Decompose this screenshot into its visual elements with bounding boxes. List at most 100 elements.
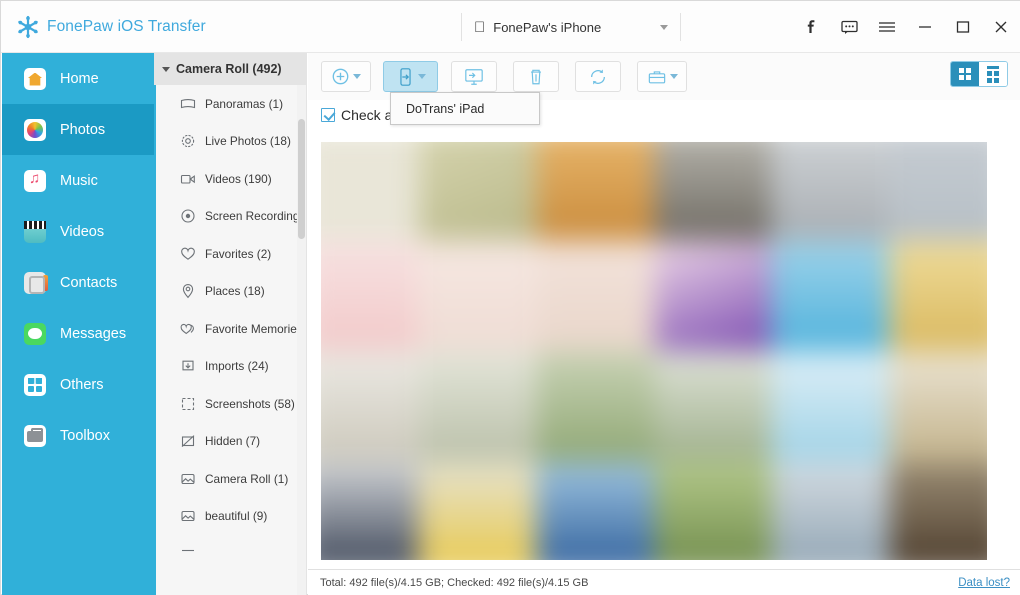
album-item-videos[interactable]: Videos (190): [154, 160, 306, 198]
photo-thumbnail[interactable]: [889, 142, 987, 241]
photo-thumbnail[interactable]: [889, 461, 987, 560]
toolbox-icon: [24, 424, 46, 447]
export-to-pc-button[interactable]: [451, 61, 497, 92]
album-item-partial[interactable]: [154, 535, 306, 573]
photo-thumbnail[interactable]: [771, 351, 890, 462]
photos-icon: [24, 118, 46, 141]
chevron-down-icon[interactable]: [417, 74, 426, 79]
toolkit-button[interactable]: [637, 61, 687, 92]
apple-logo-icon: : [474, 20, 485, 35]
panel-accent-bar: [154, 85, 156, 595]
grid-view-button[interactable]: [951, 62, 979, 86]
refresh-button[interactable]: [575, 61, 621, 92]
check-all-checkbox[interactable]: [321, 108, 335, 122]
facebook-icon[interactable]: [801, 17, 821, 37]
photo-thumbnail[interactable]: [321, 240, 419, 351]
photo-thumbnail[interactable]: [321, 351, 419, 462]
photo-thumbnail[interactable]: [536, 351, 654, 462]
sidebar-item-photos[interactable]: Photos: [2, 104, 154, 155]
heart-icon: [180, 246, 196, 262]
location-pin-icon: [180, 283, 196, 299]
screenshot-dashed-icon: [180, 396, 196, 412]
album-item-label: Screenshots (58): [205, 396, 295, 411]
sidebar-item-videos[interactable]: Videos: [2, 206, 154, 257]
list-view-button[interactable]: [979, 62, 1007, 86]
maximize-button[interactable]: [953, 17, 973, 37]
status-text: Total: 492 file(s)/4.15 GB; Checked: 492…: [320, 576, 589, 589]
sidebar-item-home[interactable]: Home: [2, 53, 154, 104]
album-group-label: Camera Roll (492): [176, 62, 282, 76]
photo-thumbnail[interactable]: [418, 142, 537, 241]
sidebar-item-contacts[interactable]: Contacts: [2, 257, 154, 308]
album-item-places[interactable]: Places (18): [154, 273, 306, 311]
album-item-imports[interactable]: Imports (24): [154, 348, 306, 386]
feedback-icon[interactable]: [839, 17, 859, 37]
add-button[interactable]: [321, 61, 371, 92]
photo-thumbnail[interactable]: [418, 240, 537, 351]
photo-thumbnail[interactable]: [321, 142, 419, 241]
photo-grid[interactable]: [321, 142, 987, 560]
album-item-live-photos[interactable]: Live Photos (18): [154, 123, 306, 161]
album-item-label: Hidden (7): [205, 434, 261, 449]
sidebar-item-toolbox[interactable]: Toolbox: [2, 410, 154, 461]
sidebar-item-music[interactable]: Music: [2, 155, 154, 206]
chevron-down-icon[interactable]: [660, 24, 668, 30]
dropdown-item-dotrans-ipad[interactable]: DoTrans' iPad: [406, 102, 484, 116]
photo-thumbnail[interactable]: [771, 461, 890, 560]
album-item-panoramas[interactable]: Panoramas (1): [154, 85, 306, 123]
sidebar-item-label: Toolbox: [60, 427, 110, 444]
album-item-beautiful[interactable]: beautiful (9): [154, 498, 306, 536]
live-photos-icon: [180, 133, 196, 149]
album-item-screenshots[interactable]: Screenshots (58): [154, 385, 306, 423]
list-icon: [987, 65, 999, 83]
photo-thumbnail[interactable]: [536, 142, 654, 241]
grid-icon: [959, 68, 971, 80]
device-name: FonePaw's iPhone: [482, 19, 601, 35]
menu-icon[interactable]: [877, 17, 897, 37]
album-group-header[interactable]: Camera Roll (492): [154, 53, 306, 85]
album-item-favorites[interactable]: Favorites (2): [154, 235, 306, 273]
close-button[interactable]: [991, 17, 1011, 37]
device-selector[interactable]:  FonePaw's iPhone: [461, 13, 681, 41]
album-item-screen-recordings[interactable]: Screen Recordings (4): [154, 198, 306, 236]
hidden-eye-slash-icon: [180, 433, 196, 449]
delete-button[interactable]: [513, 61, 559, 92]
sidebar-item-label: Videos: [60, 223, 105, 240]
minimize-button[interactable]: [915, 17, 935, 37]
brand: FonePaw iOS Transfer: [1, 14, 206, 40]
music-icon: [24, 169, 46, 192]
sidebar-item-messages[interactable]: Messages: [2, 308, 154, 359]
photo-thumbnail[interactable]: [771, 240, 890, 351]
triangle-down-icon[interactable]: [162, 66, 170, 72]
chevron-down-icon[interactable]: [353, 74, 361, 79]
album-item-hidden[interactable]: Hidden (7): [154, 423, 306, 461]
video-camera-icon: [180, 171, 196, 187]
photo-thumbnail[interactable]: [889, 240, 987, 351]
data-lost-link[interactable]: Data lost?: [958, 577, 1010, 589]
album-list-scrollbar[interactable]: [297, 85, 306, 595]
album-item-label: beautiful (9): [205, 509, 268, 524]
chevron-down-icon[interactable]: [669, 74, 678, 79]
album-item-favorite-memories[interactable]: Favorite Memories (...: [154, 310, 306, 348]
photo-thumbnail[interactable]: [536, 240, 654, 351]
photo-thumbnail[interactable]: [654, 142, 772, 241]
photo-thumbnail[interactable]: [654, 461, 772, 560]
photo-thumbnail[interactable]: [889, 351, 987, 462]
photo-thumbnail[interactable]: [418, 351, 537, 462]
photo-thumbnail[interactable]: [321, 461, 419, 560]
sidebar-item-others[interactable]: Others: [2, 359, 154, 410]
album-list-scroll-thumb[interactable]: [298, 119, 305, 239]
album-item-label: Live Photos (18): [205, 134, 291, 149]
export-to-device-button[interactable]: [383, 61, 438, 92]
album-item-label: Videos (190): [205, 171, 272, 186]
sidebar-item-label: Home: [60, 70, 99, 87]
photo-thumbnail[interactable]: [536, 461, 654, 560]
photo-thumbnail[interactable]: [771, 142, 890, 241]
status-bar: Total: 492 file(s)/4.15 GB; Checked: 492…: [308, 569, 1020, 595]
album-photo-icon: [180, 546, 196, 562]
photo-thumbnail[interactable]: [654, 240, 772, 351]
photo-thumbnail[interactable]: [654, 351, 772, 462]
album-item-camera-roll[interactable]: Camera Roll (1): [154, 460, 306, 498]
album-photo-icon: [180, 471, 196, 487]
photo-thumbnail[interactable]: [418, 461, 537, 560]
